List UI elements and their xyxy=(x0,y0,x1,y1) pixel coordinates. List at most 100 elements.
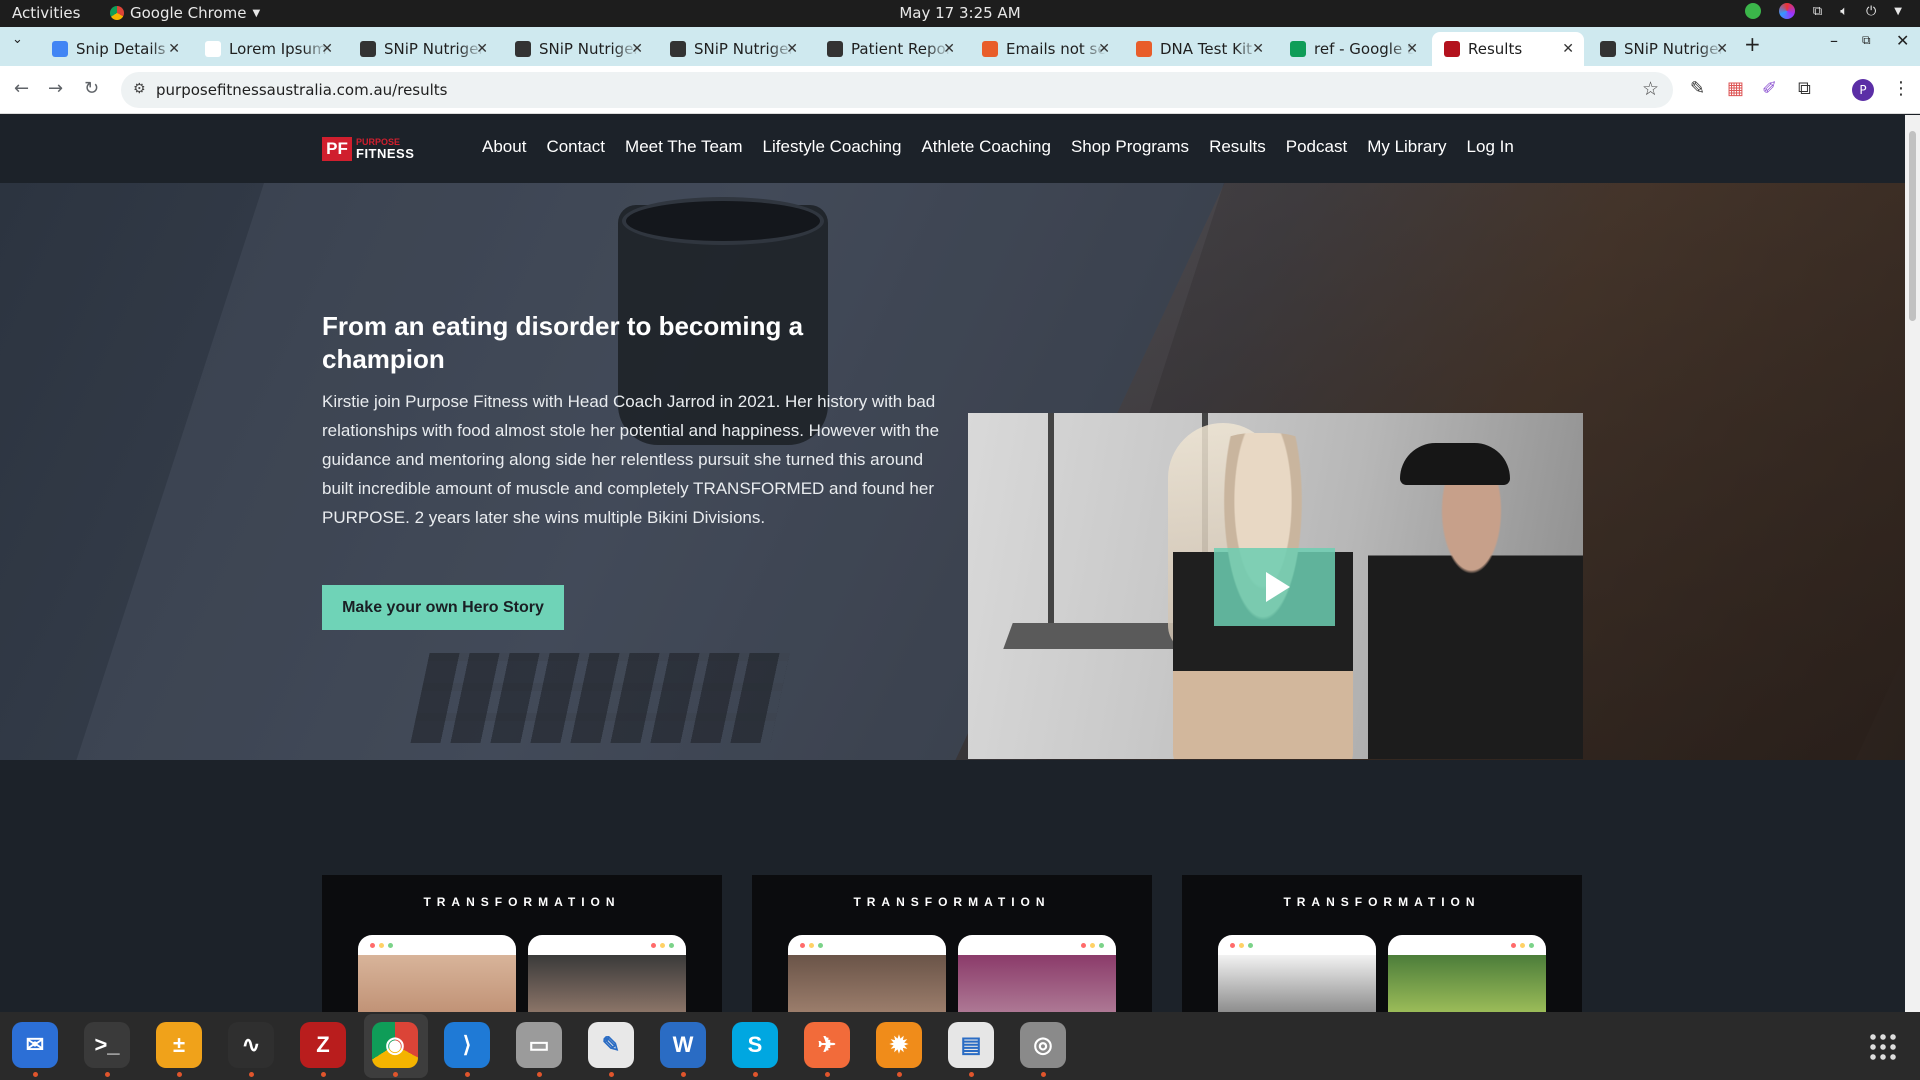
minimize-icon[interactable]: – xyxy=(1830,31,1838,50)
tab-close-icon[interactable]: ✕ xyxy=(1098,41,1110,57)
thunderbird-icon[interactable]: ✉ xyxy=(12,1022,58,1068)
nav-link-about[interactable]: About xyxy=(482,137,526,157)
tab-item[interactable]: Patient Report ✕ xyxy=(815,32,965,66)
tab-close-icon[interactable]: ✕ xyxy=(631,41,643,57)
testimonial-video[interactable] xyxy=(968,413,1583,759)
eyedropper-extension-icon[interactable]: ✎ xyxy=(1690,78,1705,99)
nav-link-podcast[interactable]: Podcast xyxy=(1286,137,1347,157)
nav-link-results[interactable]: Results xyxy=(1209,137,1266,157)
postman-icon[interactable]: ✈ xyxy=(804,1022,850,1068)
tab-item[interactable]: SNiP Nutrigenomics✕ xyxy=(348,32,498,66)
reload-button[interactable]: ↻ xyxy=(84,78,99,99)
nav-link-shop-programs[interactable]: Shop Programs xyxy=(1071,137,1189,157)
bookmark-star-icon[interactable]: ☆ xyxy=(1642,78,1659,100)
color-picker-icon[interactable] xyxy=(1778,3,1795,19)
tab-active-results[interactable]: Results ✕ xyxy=(1432,32,1584,66)
vscode-icon[interactable]: ⟩ xyxy=(444,1022,490,1068)
volume-icon[interactable]: 🔈︎ xyxy=(1840,4,1848,19)
profile-avatar[interactable]: P xyxy=(1852,79,1874,101)
pen-extension-icon[interactable]: ✐ xyxy=(1762,78,1777,99)
play-button[interactable] xyxy=(1214,548,1335,626)
tab-close-icon[interactable]: ✕ xyxy=(943,41,955,57)
clock[interactable]: May 17 3:25 AM xyxy=(0,4,1920,22)
nav-link-meet-the-team[interactable]: Meet The Team xyxy=(625,137,743,157)
logo-line-2: FITNESS xyxy=(356,146,415,161)
disks-icon[interactable]: ◎ xyxy=(1020,1022,1066,1068)
tab-favicon-icon xyxy=(982,41,998,57)
text-editor-icon[interactable]: ✎ xyxy=(588,1022,634,1068)
nav-link-log-in[interactable]: Log In xyxy=(1467,137,1514,157)
tab-close-icon[interactable]: ✕ xyxy=(168,41,180,57)
blender-icon[interactable]: ✹ xyxy=(876,1022,922,1068)
purpose-fitness-logo[interactable]: PF PURPOSE FITNESS xyxy=(322,137,424,161)
running-indicator xyxy=(393,1072,398,1077)
tab-item[interactable]: SNiP Nutrigenomics✕ xyxy=(658,32,808,66)
nav-link-athlete-coaching[interactable]: Athlete Coaching xyxy=(921,137,1050,157)
calculator-icon[interactable]: ± xyxy=(156,1022,202,1068)
tab-title: SNiP Nutrigenomics xyxy=(539,40,639,58)
files-icon[interactable]: ▭ xyxy=(516,1022,562,1068)
site-info-icon[interactable]: ⚙︎ xyxy=(133,81,146,97)
skype-icon[interactable]: S xyxy=(732,1022,778,1068)
calendar-extension-icon[interactable]: ▦ xyxy=(1727,78,1744,99)
transformation-card[interactable]: TRANSFORMATION xyxy=(1182,875,1582,1012)
tab-close-icon[interactable]: ✕ xyxy=(1252,41,1264,57)
tab-close-icon[interactable]: ✕ xyxy=(786,41,798,57)
tab-search-icon[interactable]: ⌄ xyxy=(12,32,23,47)
tab-title: SNiP Nutrigenomics xyxy=(1624,40,1724,58)
tab-favicon-icon xyxy=(205,41,221,57)
tab-item[interactable]: ref - Google Sheets✕ xyxy=(1278,32,1428,66)
libreoffice-writer-icon[interactable]: W xyxy=(660,1022,706,1068)
close-window-icon[interactable]: ✕ xyxy=(1896,31,1909,50)
tab-item[interactable]: DNA Test Kit ✕ xyxy=(1124,32,1274,66)
new-tab-button[interactable]: + xyxy=(1744,32,1761,56)
tab-item[interactable]: Lorem Ipsum ✕ xyxy=(193,32,343,66)
show-apps-grid-icon[interactable] xyxy=(1868,1032,1898,1062)
system-monitor-icon[interactable]: ∿ xyxy=(228,1022,274,1068)
page-scrollbar[interactable] xyxy=(1905,115,1920,1012)
tab-item[interactable]: SNiP Nutrigenomics✕ xyxy=(503,32,653,66)
url-text[interactable]: purposefitnessaustralia.com.au/results xyxy=(156,81,448,99)
forward-button[interactable]: → xyxy=(48,78,63,99)
card-label: TRANSFORMATION xyxy=(423,895,621,909)
transformation-card[interactable]: TRANSFORMATION xyxy=(322,875,722,1012)
transformation-card[interactable]: TRANSFORMATION xyxy=(752,875,1152,1012)
document-scanner-icon[interactable]: ▤ xyxy=(948,1022,994,1068)
app-menu[interactable]: Google Chrome ▼ xyxy=(110,4,260,22)
terminal-icon[interactable]: >_ xyxy=(84,1022,130,1068)
tab-item[interactable]: SNiP Nutrigenomics✕ xyxy=(1588,32,1738,66)
nav-link-contact[interactable]: Contact xyxy=(546,137,605,157)
power-icon[interactable]: ⏻ xyxy=(1866,4,1876,19)
tab-title: ref - Google Sheets xyxy=(1314,40,1414,58)
back-button[interactable]: ← xyxy=(14,78,29,99)
tab-close-icon[interactable]: ✕ xyxy=(1562,41,1574,57)
nav-link-lifestyle-coaching[interactable]: Lifestyle Coaching xyxy=(763,137,902,157)
system-tray[interactable]: ⧉ 🔈︎ ⏻ ▼ xyxy=(1744,3,1902,19)
network-icon[interactable]: ⧉ xyxy=(1813,4,1822,19)
hero-section: From an eating disorder to becoming a ch… xyxy=(0,183,1905,760)
update-icon[interactable] xyxy=(1744,3,1761,19)
tab-close-icon[interactable]: ✕ xyxy=(321,41,333,57)
before-photo xyxy=(358,935,516,1012)
chrome-icon xyxy=(110,6,124,20)
tab-item[interactable]: Snip Details ✕ xyxy=(40,32,190,66)
tab-close-icon[interactable]: ✕ xyxy=(1406,41,1418,57)
chevron-down-icon[interactable]: ▼ xyxy=(1894,6,1902,17)
web-page: PF PURPOSE FITNESS About Contact Meet The … xyxy=(0,115,1905,1012)
chrome-icon[interactable]: ◉ xyxy=(372,1022,418,1068)
nav-link-my-library[interactable]: My Library xyxy=(1367,137,1446,157)
address-bar[interactable]: ⚙︎ purposefitnessaustralia.com.au/result… xyxy=(121,72,1673,108)
tab-close-icon[interactable]: ✕ xyxy=(476,41,488,57)
restore-icon[interactable]: ⧉ xyxy=(1862,33,1871,48)
play-icon xyxy=(1265,572,1290,602)
scrollbar-thumb[interactable] xyxy=(1909,131,1916,321)
before-photo xyxy=(788,935,946,1012)
extensions-puzzle-icon[interactable]: ⧉ xyxy=(1798,78,1811,99)
chrome-menu-icon[interactable]: ⋮ xyxy=(1892,78,1910,99)
hero-cta-button[interactable]: Make your own Hero Story xyxy=(322,585,564,630)
activities-button[interactable]: Activities xyxy=(12,4,80,22)
tab-item[interactable]: Emails not sent✕ xyxy=(970,32,1120,66)
card-label: TRANSFORMATION xyxy=(853,895,1051,909)
tab-close-icon[interactable]: ✕ xyxy=(1716,41,1728,57)
filezilla-icon[interactable]: Z xyxy=(300,1022,346,1068)
